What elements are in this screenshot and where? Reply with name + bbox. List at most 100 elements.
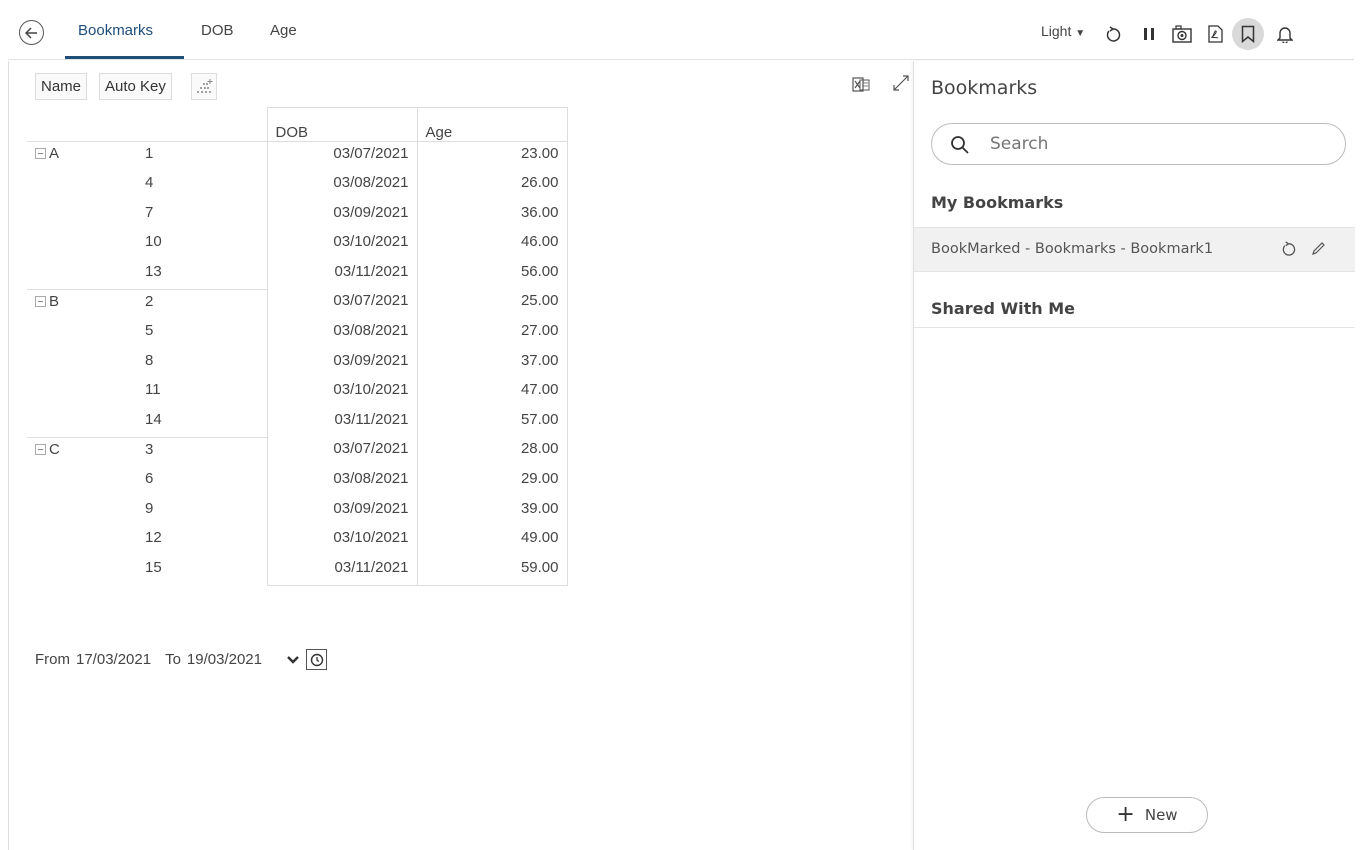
group-cell xyxy=(27,201,137,231)
from-label: From xyxy=(35,651,70,668)
clock-icon xyxy=(310,653,323,666)
excel-export-icon[interactable] xyxy=(852,76,870,94)
age-cell: 28.00 xyxy=(416,437,568,468)
table-row: 11 03/10/2021 47.00 xyxy=(27,378,568,408)
key-cell: 3 xyxy=(137,436,267,468)
key-cell: 5 xyxy=(145,322,154,340)
dob-cell: 03/11/2021 xyxy=(266,555,417,586)
pause-button[interactable] xyxy=(1137,22,1161,46)
collapse-icon[interactable] xyxy=(35,148,46,159)
from-date[interactable]: 17/03/2021 xyxy=(76,651,151,668)
scatter-plus-icon xyxy=(197,79,213,93)
table-row: C 3 03/07/2021 28.00 xyxy=(27,436,568,468)
group-cell[interactable]: A xyxy=(27,141,137,172)
table-row: A 1 03/07/2021 23.00 xyxy=(27,141,568,172)
dob-cell: 03/08/2021 xyxy=(266,171,417,201)
dashboard-pane: Name Auto Key DOB Age A 1 03/07/2021 23.… xyxy=(8,61,912,850)
bookmark-item[interactable]: BookMarked - Bookmarks - Bookmark1 xyxy=(914,227,1355,272)
edit-icon[interactable] xyxy=(1311,241,1326,256)
search-input[interactable] xyxy=(990,132,1320,156)
column-header-age[interactable]: Age xyxy=(416,107,568,142)
active-tab-indicator xyxy=(65,56,184,59)
key-cell: 2 xyxy=(137,288,267,320)
my-bookmarks-heading: My Bookmarks xyxy=(931,193,1064,212)
group-cell xyxy=(27,378,137,408)
dob-cell: 03/08/2021 xyxy=(266,467,417,497)
auto-key-chip[interactable]: Auto Key xyxy=(99,73,172,100)
age-cell: 49.00 xyxy=(416,526,568,556)
group-cell[interactable]: C xyxy=(27,436,137,468)
group-cell[interactable]: B xyxy=(27,288,137,320)
key-cell: 8 xyxy=(145,351,154,369)
top-bar: Bookmarks DOB Age Light ▼ xyxy=(8,8,1354,60)
shared-with-me-heading: Shared With Me xyxy=(931,299,1075,318)
theme-label: Light xyxy=(1041,23,1072,39)
table-row: 9 03/09/2021 39.00 xyxy=(27,496,568,527)
age-cell: 37.00 xyxy=(416,348,568,379)
bell-icon xyxy=(1277,27,1293,43)
age-cell: 46.00 xyxy=(416,230,568,260)
table-row: 8 03/09/2021 37.00 xyxy=(27,348,568,379)
key-cell: 9 xyxy=(145,499,154,517)
new-bookmark-button[interactable]: + New xyxy=(1086,797,1208,833)
data-table: DOB Age A 1 03/07/2021 23.00 4 03/08/202… xyxy=(27,107,568,586)
bookmark-icon xyxy=(1241,25,1255,43)
apply-bookmark-icon[interactable] xyxy=(1281,241,1296,257)
time-filter-button[interactable] xyxy=(306,649,327,670)
group-label: B xyxy=(49,292,60,310)
table-row: 13 03/11/2021 56.00 xyxy=(27,259,568,290)
collapse-icon[interactable] xyxy=(35,443,46,455)
collapse-icon[interactable] xyxy=(35,295,46,307)
chevron-down-icon[interactable] xyxy=(286,655,300,665)
tab-age[interactable]: Age xyxy=(270,22,297,39)
pdf-icon xyxy=(1207,25,1223,43)
theme-dropdown[interactable]: Light ▼ xyxy=(1041,23,1085,39)
section-divider xyxy=(914,327,1355,328)
table-row: 15 03/11/2021 59.00 xyxy=(27,555,568,586)
key-cell: 15 xyxy=(145,558,162,576)
key-cell: 12 xyxy=(145,529,162,547)
date-range-filter: From 17/03/2021 To 19/03/2021 xyxy=(35,649,327,670)
key-cell: 10 xyxy=(145,233,162,251)
pdf-export-button[interactable] xyxy=(1203,22,1227,46)
table-row: 12 03/10/2021 49.00 xyxy=(27,526,568,556)
back-button[interactable] xyxy=(19,20,44,45)
notifications-button[interactable] xyxy=(1273,22,1297,46)
dob-cell: 03/11/2021 xyxy=(266,407,417,438)
age-cell: 47.00 xyxy=(416,378,568,408)
table-row: 4 03/08/2021 26.00 xyxy=(27,171,568,201)
key-cell: 7 xyxy=(145,203,154,221)
refresh-icon xyxy=(1106,25,1121,42)
new-button-label: New xyxy=(1144,806,1178,824)
key-header xyxy=(137,108,267,142)
table-row: 14 03/11/2021 57.00 xyxy=(27,407,568,438)
snapshot-button[interactable] xyxy=(1170,22,1194,46)
column-header-dob[interactable]: DOB xyxy=(266,107,417,142)
age-cell: 26.00 xyxy=(416,171,568,201)
age-cell: 23.00 xyxy=(416,141,568,172)
tab-bookmarks[interactable]: Bookmarks xyxy=(78,22,153,39)
table-row: B 2 03/07/2021 25.00 xyxy=(27,288,568,320)
age-cell: 59.00 xyxy=(416,555,568,586)
table-row: 7 03/09/2021 36.00 xyxy=(27,200,568,231)
tab-dob[interactable]: DOB xyxy=(201,22,234,39)
dob-cell: 03/09/2021 xyxy=(266,496,417,527)
search-field[interactable] xyxy=(931,123,1346,165)
age-cell: 27.00 xyxy=(416,319,568,349)
snapshot-icon xyxy=(1172,25,1192,43)
panel-title: Bookmarks xyxy=(931,77,1038,99)
expand-icon[interactable] xyxy=(892,74,910,92)
dob-cell: 03/09/2021 xyxy=(266,200,417,231)
scatter-button[interactable] xyxy=(191,73,217,100)
dob-cell: 03/10/2021 xyxy=(266,230,417,260)
refresh-button[interactable] xyxy=(1101,22,1125,46)
bookmark-button[interactable] xyxy=(1232,18,1264,50)
group-cell xyxy=(27,408,137,438)
name-chip[interactable]: Name xyxy=(35,73,88,100)
to-date[interactable]: 19/03/2021 xyxy=(187,651,262,668)
group-cell xyxy=(27,230,137,260)
age-cell: 25.00 xyxy=(416,289,568,320)
group-label: C xyxy=(49,440,60,458)
age-cell: 57.00 xyxy=(416,407,568,438)
group-cell xyxy=(27,556,137,586)
